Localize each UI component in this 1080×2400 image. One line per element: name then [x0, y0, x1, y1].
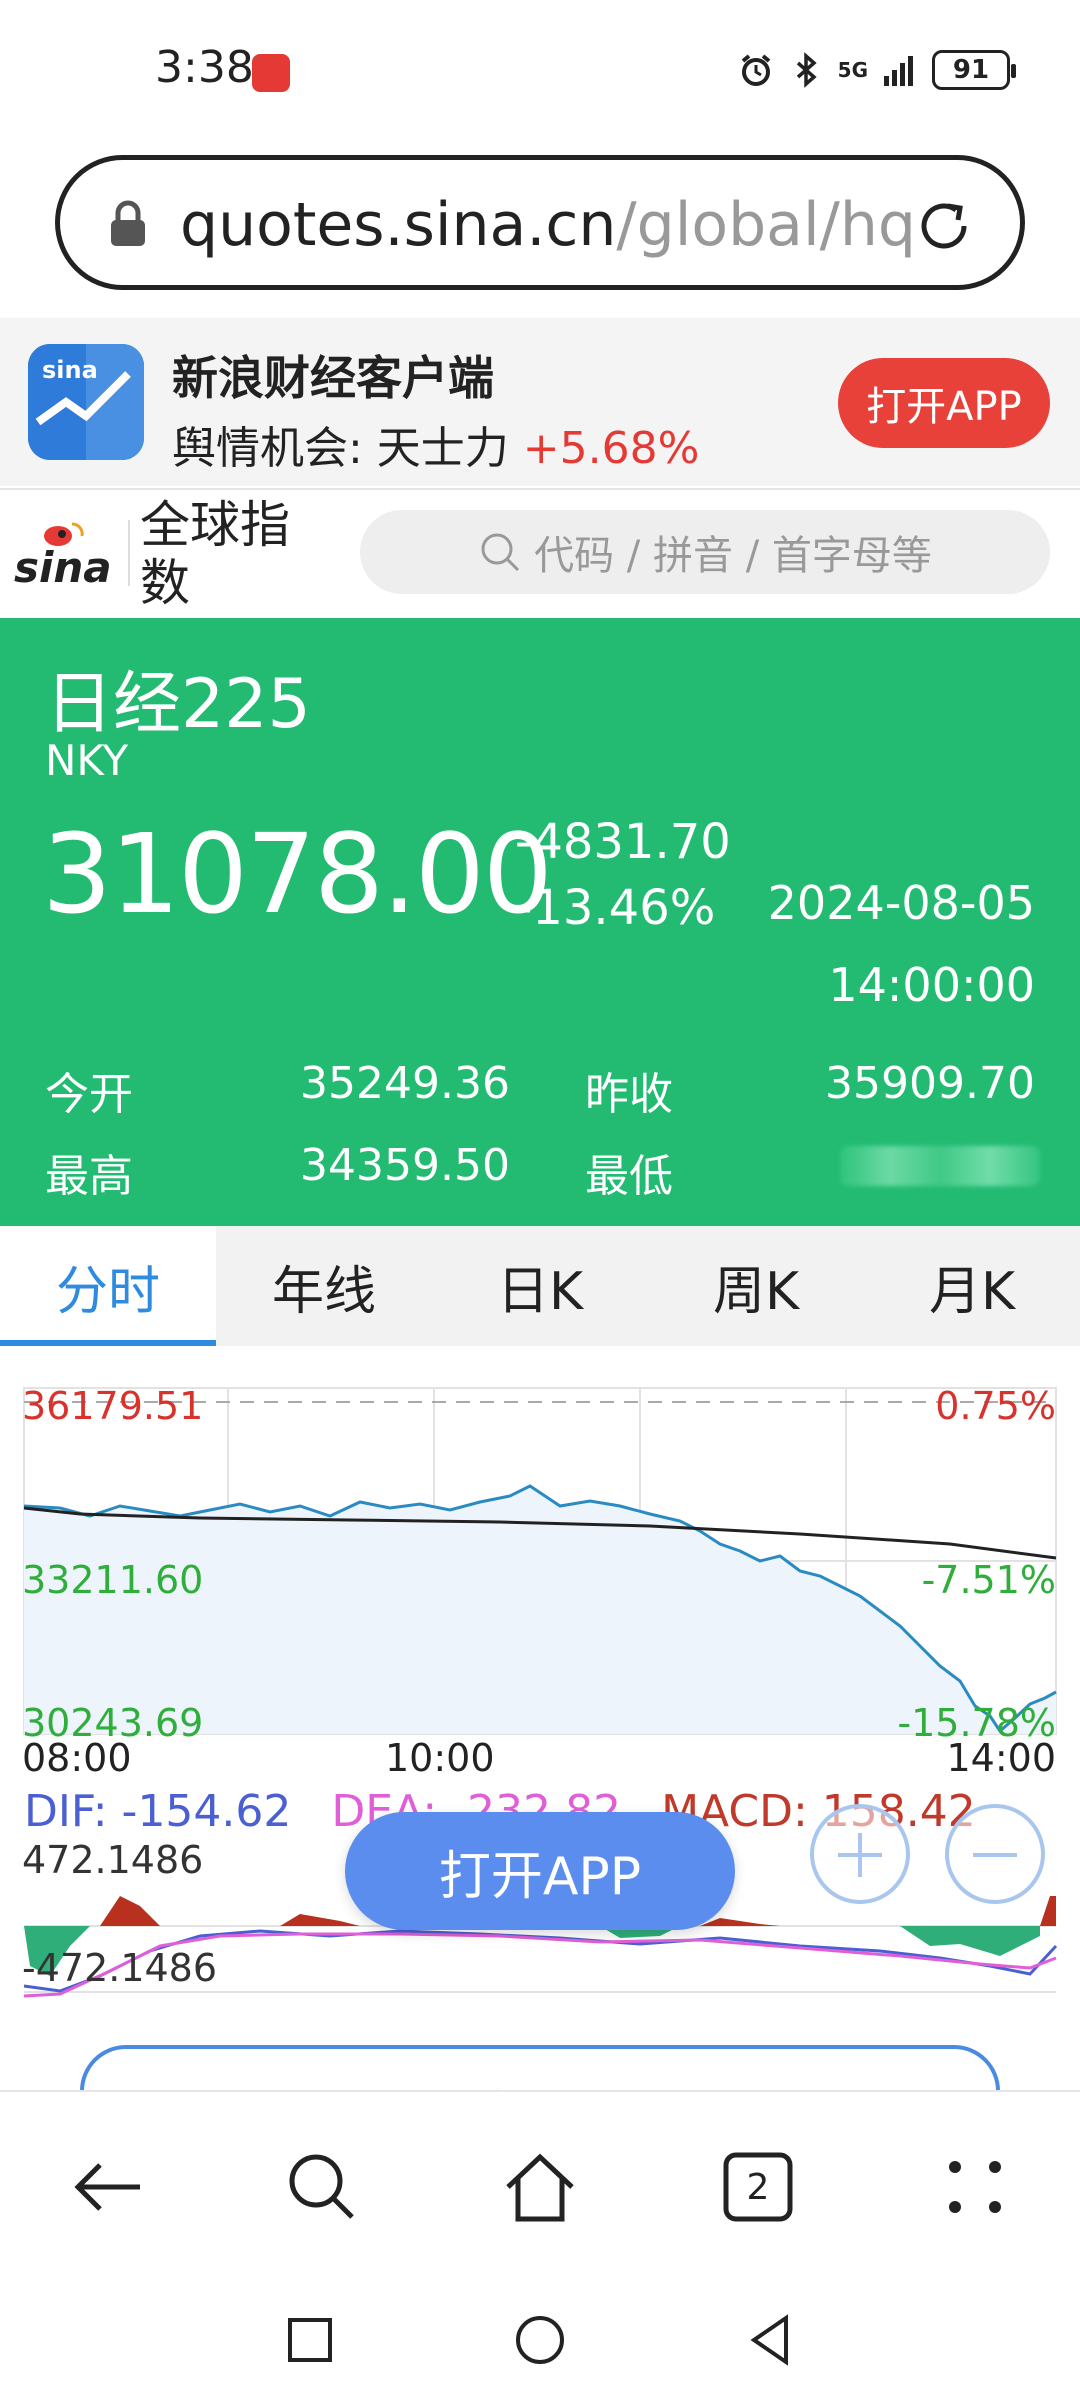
search-placeholder: 代码 / 拼音 / 首字母等	[534, 533, 932, 579]
tabs-count-button[interactable]: 2	[718, 2147, 798, 2227]
battery-level: 91	[952, 55, 990, 85]
y-label-max: 36179.51	[22, 1384, 204, 1428]
current-price: 31078.00	[42, 810, 553, 938]
zoom-in-button[interactable]	[810, 1804, 910, 1904]
chart-period-tabs: 分时 年线 日K 周K 月K	[0, 1226, 1080, 1346]
alarm-icon	[741, 54, 770, 86]
home-icon[interactable]	[500, 2147, 580, 2227]
prev-close-value: 35909.70	[825, 1058, 1035, 1109]
tab-count: 2	[746, 2166, 770, 2208]
banner-stock-change: +5.68%	[522, 423, 700, 474]
banner-title: 新浪财经客户端	[172, 351, 494, 405]
reload-icon[interactable]	[910, 192, 978, 260]
page-title: 全球指数	[140, 496, 290, 612]
low-label: 最低	[585, 1151, 673, 1202]
x-label-mid: 10:00	[385, 1736, 495, 1780]
quote-card: 日经225 NKY 31078.00 -4831.70 -13.46% 2024…	[0, 618, 1080, 1226]
open-value: 35249.36	[300, 1058, 510, 1109]
macd-top-label: 472.1486	[22, 1838, 204, 1882]
x-label-end: 14:00	[946, 1736, 1056, 1780]
tab-weekly-k[interactable]: 周K	[648, 1226, 864, 1346]
status-icons: 5G 91	[738, 50, 1016, 90]
tab-monthly-k[interactable]: 月K	[864, 1226, 1080, 1346]
chart-logo-icon: sina	[28, 344, 144, 460]
battery-indicator: 91	[932, 50, 1016, 90]
bluetooth-icon	[796, 52, 817, 88]
prev-close-label: 昨收	[585, 1069, 673, 1120]
index-name: 日经225	[45, 665, 311, 744]
pct-label-mid: -7.51%	[921, 1558, 1056, 1602]
high-label: 最高	[45, 1151, 133, 1202]
address-bar[interactable]: quotes.sina.cn/global/hq	[55, 155, 1025, 290]
back-triangle-icon[interactable]	[740, 2310, 800, 2370]
tab-intraday[interactable]: 分时	[0, 1226, 216, 1346]
dif-value: DIF: -154.62	[24, 1786, 292, 1837]
price-change: -4831.70	[515, 814, 731, 870]
home-circle-icon[interactable]	[510, 2310, 570, 2370]
banner-subtitle-text: 舆情机会: 天士力	[172, 423, 523, 474]
pct-label-max: 0.75%	[935, 1384, 1056, 1428]
network-type: 5G	[837, 58, 868, 82]
more-menu-icon[interactable]	[935, 2147, 1015, 2227]
y-label-mid: 33211.60	[22, 1558, 204, 1602]
macd-bottom-label: -472.1486	[22, 1946, 218, 1990]
high-value: 34359.50	[300, 1140, 510, 1191]
zoom-out-button[interactable]	[945, 1804, 1045, 1904]
x-label-start: 08:00	[22, 1736, 132, 1780]
tab-yearly[interactable]: 年线	[216, 1226, 432, 1346]
floating-open-app-button[interactable]: 打开APP	[345, 1812, 735, 1930]
app-promo-banner[interactable]: sina 新浪财经客户端 舆情机会: 天士力 +5.68% 打开APP	[0, 318, 1080, 486]
low-value-blurred	[840, 1146, 1040, 1186]
site-header: sina 全球指数 代码 / 拼音 / 首字母等	[0, 488, 1080, 616]
svg-text:sina: sina	[14, 543, 112, 592]
notification-app-icon	[252, 54, 290, 92]
index-code: NKY	[45, 736, 129, 785]
url-path: /global/hq	[616, 190, 916, 260]
status-time: 3:38	[155, 42, 254, 93]
url-host: quotes.sina.cn	[180, 190, 617, 260]
sina-logo[interactable]: sina	[12, 516, 122, 594]
intraday-chart[interactable]: 36179.51 33211.60 30243.69 0.75% -7.51% …	[0, 1346, 1080, 2086]
search-icon	[481, 533, 520, 572]
svg-text:sina: sina	[42, 356, 98, 384]
quote-date: 2024-08-05	[767, 876, 1035, 930]
banner-subtitle: 舆情机会: 天士力 +5.68%	[172, 412, 699, 476]
lock-icon	[111, 200, 145, 246]
quote-time: 14:00:00	[828, 958, 1035, 1012]
search-input[interactable]: 代码 / 拼音 / 首字母等	[360, 510, 1050, 594]
browser-toolbar: 2	[0, 2090, 1080, 2280]
recent-apps-icon[interactable]	[280, 2310, 340, 2370]
signal-icon	[884, 56, 913, 86]
open-label: 今开	[45, 1069, 133, 1120]
search-icon[interactable]	[282, 2147, 362, 2227]
system-navigation-bar	[0, 2280, 1080, 2400]
sina-finance-app-logo: sina	[28, 344, 144, 460]
tab-daily-k[interactable]: 日K	[432, 1226, 648, 1346]
url-text[interactable]: quotes.sina.cn/global/hq	[180, 190, 925, 260]
back-arrow-icon[interactable]	[68, 2147, 148, 2227]
status-bar: 3:38 5G 91	[0, 0, 1080, 140]
open-app-button[interactable]: 打开APP	[838, 358, 1050, 448]
header-divider	[128, 520, 130, 586]
price-change-percent: -13.46%	[515, 880, 716, 936]
